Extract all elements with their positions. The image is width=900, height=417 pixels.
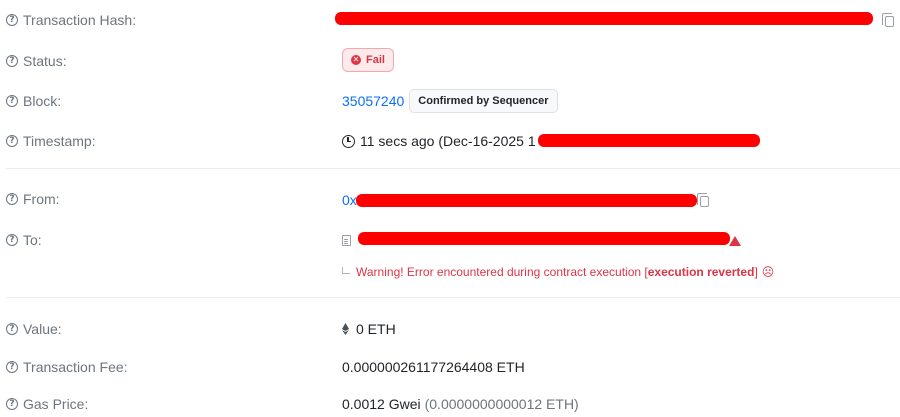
status-badge: ✕ Fail xyxy=(342,48,394,72)
to-label: ? To: xyxy=(6,232,42,248)
execution-warning: Warning! Error encountered during contra… xyxy=(342,265,774,279)
help-icon[interactable]: ? xyxy=(6,234,18,246)
help-icon[interactable]: ? xyxy=(6,135,18,147)
to-redaction xyxy=(358,232,730,245)
help-icon[interactable]: ? xyxy=(6,398,18,410)
block-row: ? Block: 35057240 Confirmed by Sequencer xyxy=(0,89,900,113)
corner-arrow-icon xyxy=(342,266,350,274)
frown-face-icon: ☹ xyxy=(761,265,775,279)
help-icon[interactable]: ? xyxy=(6,193,18,205)
copy-icon[interactable] xyxy=(882,13,894,27)
tx-hash-row: ? Transaction Hash: xyxy=(0,10,900,30)
fee-row: ? Transaction Fee: 0.000000261177264408 … xyxy=(0,357,900,377)
section-divider xyxy=(6,168,900,169)
block-value: 35057240 Confirmed by Sequencer xyxy=(342,89,558,113)
timestamp-value: 11 secs ago (Dec-16-2025 1 xyxy=(342,133,536,149)
status-label: ? Status: xyxy=(6,53,67,69)
status-value: ✕ Fail xyxy=(342,48,394,72)
clock-icon xyxy=(342,134,355,148)
from-row: ? From: 0x xyxy=(0,190,900,210)
copy-icon[interactable] xyxy=(697,193,709,207)
value-row: ? Value: 0 ETH xyxy=(0,319,900,339)
block-label: ? Block: xyxy=(6,93,61,109)
value-label: ? Value: xyxy=(6,321,62,337)
from-value: 0x xyxy=(342,192,357,208)
ethereum-icon xyxy=(342,323,349,335)
help-icon[interactable]: ? xyxy=(6,55,18,67)
gas-price-row: ? Gas Price: 0.0012 Gwei (0.000000000001… xyxy=(0,394,900,414)
help-icon[interactable]: ? xyxy=(6,14,18,26)
to-row: ? To: Warning! Error encountered during … xyxy=(0,230,900,284)
gas-price-value: 0.0012 Gwei (0.0000000000012 ETH) xyxy=(342,396,579,412)
tx-hash-redaction xyxy=(335,12,873,25)
timestamp-redaction xyxy=(538,134,760,147)
gas-price-label: ? Gas Price: xyxy=(6,396,88,412)
from-label: ? From: xyxy=(6,191,60,207)
warning-triangle-icon xyxy=(729,236,741,246)
timestamp-label: ? Timestamp: xyxy=(6,133,96,149)
contract-document-icon xyxy=(342,235,351,246)
fee-label: ? Transaction Fee: xyxy=(6,359,128,375)
value-value: 0 ETH xyxy=(342,321,396,337)
help-icon[interactable]: ? xyxy=(6,361,18,373)
status-row: ? Status: ✕ Fail xyxy=(0,48,900,74)
from-address-link[interactable]: 0x xyxy=(342,192,357,208)
help-icon[interactable]: ? xyxy=(6,323,18,335)
tx-hash-label: ? Transaction Hash: xyxy=(6,12,136,28)
timestamp-row: ? Timestamp: 11 secs ago (Dec-16-2025 1 xyxy=(0,131,900,151)
confirmed-badge: Confirmed by Sequencer xyxy=(409,89,558,113)
block-number-link[interactable]: 35057240 xyxy=(342,93,404,109)
fee-value: 0.000000261177264408 ETH xyxy=(342,359,525,375)
x-circle-icon: ✕ xyxy=(351,55,361,65)
timestamp-text: 11 secs ago (Dec-16-2025 1 xyxy=(360,133,536,149)
section-divider xyxy=(6,297,900,298)
help-icon[interactable]: ? xyxy=(6,95,18,107)
from-redaction xyxy=(356,194,697,207)
